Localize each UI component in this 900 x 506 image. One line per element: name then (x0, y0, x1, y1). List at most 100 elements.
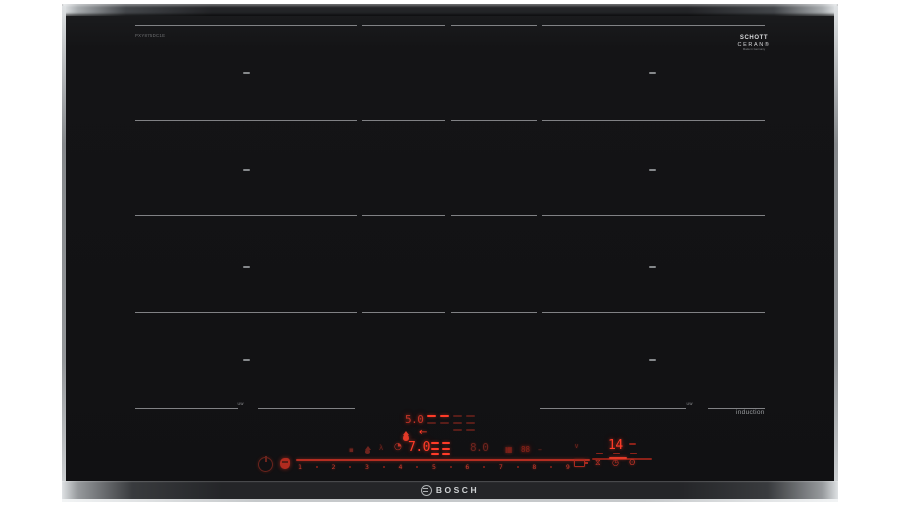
slider-dot (316, 466, 318, 468)
slider-level-4[interactable]: 4 (398, 463, 402, 471)
zone-boundary-line (451, 215, 537, 216)
power-level-slider[interactable]: 1 2 3 4 5 6 7 8 9 (298, 462, 570, 472)
rear-level-bars (440, 422, 449, 424)
top-trim (62, 4, 838, 16)
pan-position-mark (243, 359, 250, 361)
zone-boundary-line (362, 120, 445, 121)
pan-position-mark (649, 72, 656, 74)
front-level-bars (431, 448, 439, 450)
dash-icon: – (538, 445, 542, 454)
right-trim (834, 6, 838, 500)
slider-level-6[interactable]: 6 (465, 463, 469, 471)
slider-level-8[interactable]: 8 (532, 463, 536, 471)
zone-boundary-line (451, 120, 537, 121)
zone-boundary-line (135, 215, 357, 216)
slider-dot (349, 466, 351, 468)
front-level-bars (431, 453, 439, 455)
product-photo: PXY875DC1E SCHOTT CERAN® Made in Germany… (0, 0, 900, 506)
zone-boundary-line (542, 25, 765, 26)
keep-warm-icon[interactable] (365, 449, 370, 454)
zone-boundary-line (362, 312, 445, 313)
zone-boundary-line (542, 215, 765, 216)
zone-boundary-line (135, 312, 357, 313)
schott-ceran-logo: SCHOTT CERAN® Made in Germany (734, 35, 774, 53)
model-number: PXY875DC1E (135, 34, 165, 38)
pan-position-mark (243, 266, 250, 268)
pan-position-mark (649, 359, 656, 361)
pan-position-mark (649, 266, 656, 268)
rear-level-bars (453, 415, 462, 417)
zone-right-level-display: 8.0 (470, 441, 488, 454)
slider-track[interactable] (296, 459, 590, 461)
timer-mark-2 (613, 453, 620, 454)
zone-boundary-line (451, 25, 537, 26)
egg-timer-icon[interactable]: ⧖ (595, 458, 601, 468)
zone-boundary-line (362, 215, 445, 216)
zone-boundary-line (542, 312, 765, 313)
slider-level-7[interactable]: 7 (499, 463, 503, 471)
zone-boundary-line (362, 25, 445, 26)
bosch-emblem-icon (421, 485, 432, 496)
front-level-bars (442, 453, 450, 455)
flex-zone-marker-left: uw (238, 401, 244, 406)
zone-boundary-line (451, 312, 537, 313)
chef-icon[interactable]: λ (379, 444, 383, 452)
wipe-protection-icon (282, 461, 288, 463)
left-trim (62, 6, 66, 500)
pause-icon[interactable]: ▪ (349, 446, 354, 454)
zone-boundary-line (135, 25, 357, 26)
slider-level-2[interactable]: 2 (331, 463, 335, 471)
zone-boundary-line (258, 408, 355, 409)
chevron-down-icon[interactable]: ∨ (574, 442, 579, 450)
transfer-arrow-icon: ← (419, 427, 427, 438)
timer-mark-3 (630, 453, 637, 454)
slider-level-1[interactable]: 1 (298, 463, 302, 471)
induction-label: induction (736, 409, 765, 416)
front-level-bars (431, 442, 439, 444)
wipe-protection-button[interactable] (280, 458, 290, 469)
flex-grid-icon[interactable]: ▦ (505, 445, 513, 454)
zone-front-level-display: 7.0 (408, 440, 430, 455)
glass-surface (66, 16, 834, 481)
aux-segment-display: 88 (521, 445, 530, 454)
cook-clock-icon[interactable]: ◷ (612, 458, 619, 467)
flex-zone-marker-right: uw (687, 401, 693, 406)
schott-logo-subline: Made in Germany (740, 48, 768, 51)
rear-level-bars (453, 422, 462, 424)
slider-dot (450, 466, 452, 468)
slider-level-5[interactable]: 5 (432, 463, 436, 471)
power-icon (265, 456, 267, 462)
power-button[interactable] (258, 457, 273, 472)
slider-dot (550, 466, 552, 468)
zone-boundary-line (542, 120, 765, 121)
pan-position-mark (243, 72, 250, 74)
slider-dot (383, 466, 385, 468)
slider-level-3[interactable]: 3 (365, 463, 369, 471)
heat-dial-icon: ◔ (394, 442, 402, 452)
rear-level-bars (440, 415, 449, 417)
schott-logo-line1: SCHOTT (734, 35, 774, 42)
slider-level-9[interactable]: 9 (566, 463, 570, 471)
zone-boundary-line (135, 120, 357, 121)
bosch-wordmark: BOSCH (436, 485, 479, 495)
pan-position-mark (649, 169, 656, 171)
pan-position-mark (243, 169, 250, 171)
slider-dot (483, 466, 485, 468)
slider-dot (517, 466, 519, 468)
pan-detection-icon (574, 459, 585, 467)
pan-handle (584, 462, 588, 464)
front-level-bars (442, 448, 450, 450)
timer-mark-1 (596, 453, 603, 454)
slider-dot (416, 466, 418, 468)
stopwatch-icon[interactable]: ʘ (629, 458, 635, 467)
rear-level-bars (427, 415, 436, 417)
rear-level-bars (427, 422, 436, 424)
rear-level-bars (466, 422, 475, 424)
rear-level-bars (466, 415, 475, 417)
timer-mark-right (629, 443, 636, 445)
bottom-trim-edge (62, 499, 838, 502)
timer-display: 14 (608, 438, 623, 453)
zone-boundary-line (135, 408, 238, 409)
zone-boundary-line (540, 408, 686, 409)
zone-rear-level-display: 5.0 (405, 413, 423, 426)
